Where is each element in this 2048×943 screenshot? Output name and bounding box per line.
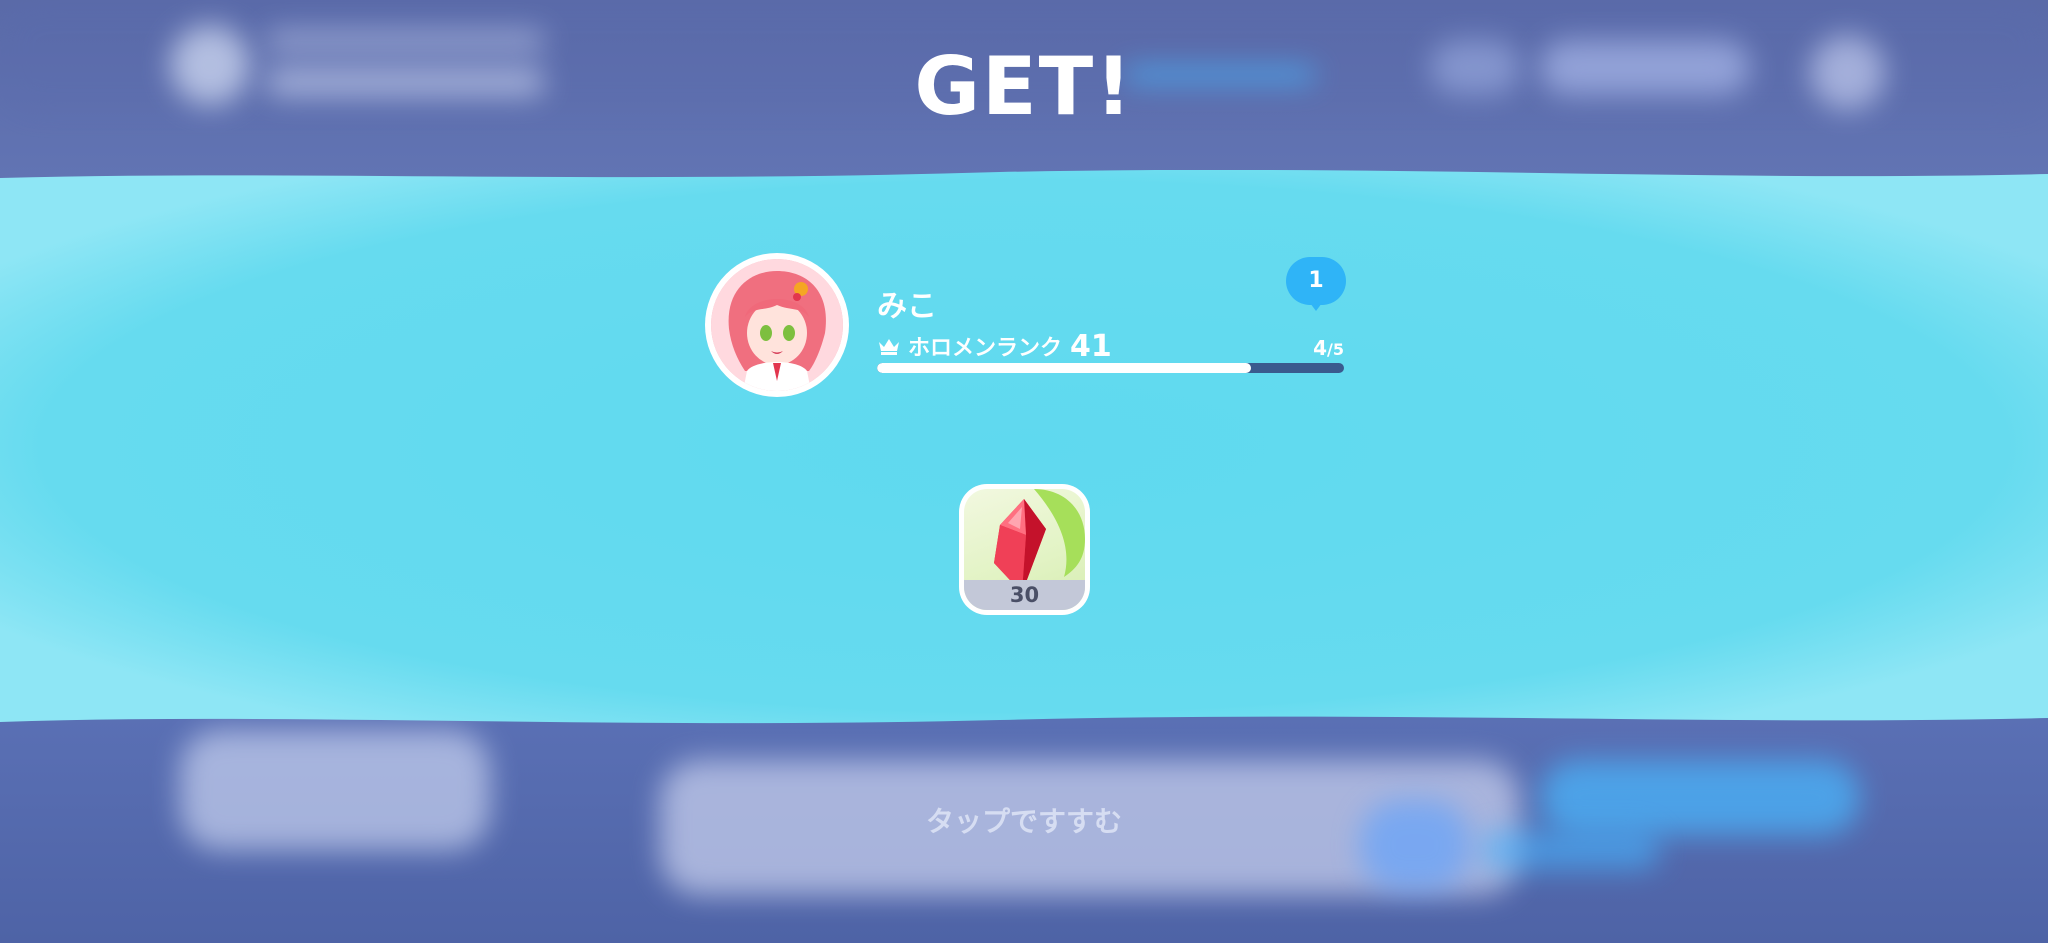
crown-icon — [879, 339, 899, 355]
reward-banner — [0, 170, 2048, 730]
rank-row: ホロメンランク 41 — [877, 328, 1112, 364]
rank-progress-count: 4/5 — [1313, 336, 1344, 360]
rank-label: ホロメンランク — [908, 336, 1063, 361]
notification-bubble: 1 — [1284, 255, 1348, 311]
rank-progress-fill — [877, 363, 1251, 373]
rank-progress-bar — [877, 363, 1344, 373]
notification-count: 1 — [1308, 268, 1324, 293]
tap-to-continue-hint[interactable]: タップですすむ — [0, 800, 2048, 840]
member-avatar — [705, 253, 849, 397]
rank-value: 41 — [1070, 328, 1112, 364]
reward-count: 30 — [964, 580, 1085, 610]
get-title: GET! — [914, 40, 1134, 133]
member-name: みこ — [877, 289, 937, 324]
reward-item: 30 — [959, 484, 1090, 615]
